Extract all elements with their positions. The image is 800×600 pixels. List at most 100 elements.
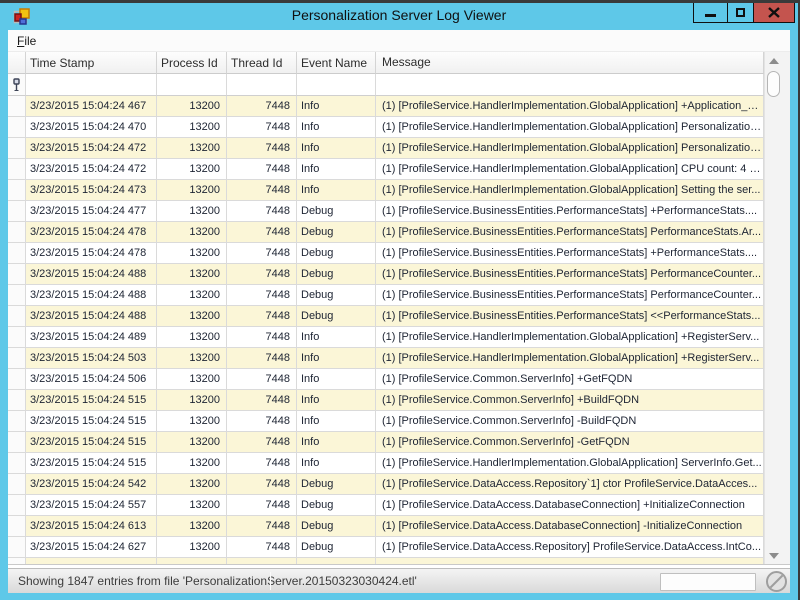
window-content: File Time Stamp Process Id Thread Id Eve… [8,30,790,593]
scroll-up-button[interactable] [766,52,781,69]
partial-log-row[interactable] [8,558,764,564]
cell-event-name: Info [297,432,376,453]
cell-time-stamp: 3/23/2015 15:04:24 477 [26,201,157,222]
log-row[interactable]: 3/23/2015 15:04:24 613 13200 7448 Debug … [8,516,764,537]
row-indicator [8,138,26,159]
cell-process-id: 13200 [157,411,227,432]
cell-process-id: 13200 [157,453,227,474]
column-header-message[interactable]: Message [376,52,764,74]
log-row[interactable]: 3/23/2015 15:04:24 489 13200 7448 Info (… [8,327,764,348]
cell-process-id: 13200 [157,327,227,348]
cell-event-name: Debug [297,285,376,306]
log-row[interactable]: 3/23/2015 15:04:24 503 13200 7448 Info (… [8,348,764,369]
cell-time-stamp: 3/23/2015 15:04:24 467 [26,96,157,117]
cell-thread-id: 7448 [227,390,297,411]
cell-time-stamp: 3/23/2015 15:04:24 472 [26,159,157,180]
column-header-thread-id[interactable]: Thread Id [227,52,297,74]
log-row[interactable]: 3/23/2015 15:04:24 515 13200 7448 Info (… [8,432,764,453]
log-row[interactable]: 3/23/2015 15:04:24 515 13200 7448 Info (… [8,411,764,432]
scroll-down-button[interactable] [766,547,781,564]
row-indicator [8,222,26,243]
filter-cell-event-name[interactable] [297,74,376,96]
cell-message: (1) [ProfileService.DataAccess.DatabaseC… [376,495,764,516]
minimize-button[interactable] [694,3,727,22]
log-row[interactable]: 3/23/2015 15:04:24 515 13200 7448 Info (… [8,390,764,411]
cell-message: (1) [ProfileService.HandlerImplementatio… [376,96,764,117]
log-row[interactable]: 3/23/2015 15:04:24 515 13200 7448 Info (… [8,453,764,474]
row-indicator [8,327,26,348]
log-row[interactable]: 3/23/2015 15:04:24 488 13200 7448 Debug … [8,306,764,327]
cell-message: (1) [ProfileService.BusinessEntities.Per… [376,285,764,306]
log-row[interactable]: 3/23/2015 15:04:24 542 13200 7448 Debug … [8,474,764,495]
menu-file[interactable]: File [8,34,45,48]
log-row[interactable]: 3/23/2015 15:04:24 488 13200 7448 Debug … [8,285,764,306]
cell-time-stamp: 3/23/2015 15:04:24 613 [26,516,157,537]
filter-cell-time-stamp[interactable] [26,74,157,96]
pin-icon [11,78,22,92]
filter-cell-thread-id[interactable] [227,74,297,96]
log-row[interactable]: 3/23/2015 15:04:24 467 13200 7448 Info (… [8,96,764,117]
column-header-process-id[interactable]: Process Id [157,52,227,74]
cell-thread-id: 7448 [227,306,297,327]
column-header-event-name[interactable]: Event Name [297,52,376,74]
log-row[interactable]: 3/23/2015 15:04:24 478 13200 7448 Debug … [8,222,764,243]
cell-thread-id: 7448 [227,180,297,201]
log-row[interactable]: 3/23/2015 15:04:24 478 13200 7448 Debug … [8,243,764,264]
cell-event-name: Info [297,180,376,201]
log-row[interactable]: 3/23/2015 15:04:24 506 13200 7448 Info (… [8,369,764,390]
cell-message: (1) [ProfileService.DataAccess.Repositor… [376,537,764,558]
row-indicator [8,285,26,306]
menubar: File [8,30,790,52]
cell-message: (1) [ProfileService.Common.ServerInfo] -… [376,432,764,453]
filter-row-indicator [8,74,26,96]
cell-time-stamp: 3/23/2015 15:04:24 488 [26,264,157,285]
cell-thread-id: 7448 [227,432,297,453]
cell-thread-id: 7448 [227,117,297,138]
cell-event-name: Info [297,348,376,369]
cell-event-name: Info [297,117,376,138]
row-indicator [8,411,26,432]
cell-process-id: 13200 [157,432,227,453]
log-row[interactable]: 3/23/2015 15:04:24 557 13200 7448 Debug … [8,495,764,516]
cell-message: (1) [ProfileService.BusinessEntities.Per… [376,306,764,327]
row-indicator [8,96,26,117]
cell-thread-id: 7448 [227,96,297,117]
cell-thread-id: 7448 [227,138,297,159]
log-row[interactable]: 3/23/2015 15:04:24 472 13200 7448 Info (… [8,159,764,180]
cell-event-name: Info [297,411,376,432]
cell-time-stamp: 3/23/2015 15:04:24 515 [26,411,157,432]
cell-thread-id: 7448 [227,264,297,285]
log-row[interactable]: 3/23/2015 15:04:24 472 13200 7448 Info (… [8,138,764,159]
cell-thread-id: 7448 [227,495,297,516]
vertical-scrollbar[interactable] [764,52,790,564]
cell-process-id: 13200 [157,243,227,264]
cell-thread-id: 7448 [227,537,297,558]
cell-event-name: Info [297,96,376,117]
cell-thread-id: 7448 [227,348,297,369]
cancel-button[interactable] [765,570,788,593]
log-row[interactable]: 3/23/2015 15:04:24 470 13200 7448 Info (… [8,117,764,138]
cell-message: (1) [ProfileService.HandlerImplementatio… [376,453,764,474]
log-row[interactable]: 3/23/2015 15:04:24 627 13200 7448 Debug … [8,537,764,558]
filter-cell-process-id[interactable] [157,74,227,96]
cell-event-name: Info [297,453,376,474]
row-indicator [8,432,26,453]
column-header-time-stamp[interactable]: Time Stamp [26,52,157,74]
log-row[interactable]: 3/23/2015 15:04:24 473 13200 7448 Info (… [8,180,764,201]
close-button[interactable] [753,3,794,22]
cell-time-stamp: 3/23/2015 15:04:24 515 [26,432,157,453]
log-row[interactable]: 3/23/2015 15:04:24 477 13200 7448 Debug … [8,201,764,222]
up-arrow-icon [769,58,779,64]
maximize-button[interactable] [727,3,753,22]
row-indicator [8,348,26,369]
titlebar[interactable]: Personalization Server Log Viewer [0,3,798,30]
scrollbar-thumb[interactable] [767,71,780,97]
cell-message: (1) [ProfileService.Common.ServerInfo] +… [376,390,764,411]
cell-thread-id: 7448 [227,285,297,306]
cell-message: (1) [ProfileService.HandlerImplementatio… [376,180,764,201]
cell-message: (1) [ProfileService.HandlerImplementatio… [376,327,764,348]
filter-cell-message[interactable] [376,74,764,96]
log-row[interactable]: 3/23/2015 15:04:24 488 13200 7448 Debug … [8,264,764,285]
cell-time-stamp: 3/23/2015 15:04:24 488 [26,285,157,306]
cell-time-stamp: 3/23/2015 15:04:24 478 [26,243,157,264]
